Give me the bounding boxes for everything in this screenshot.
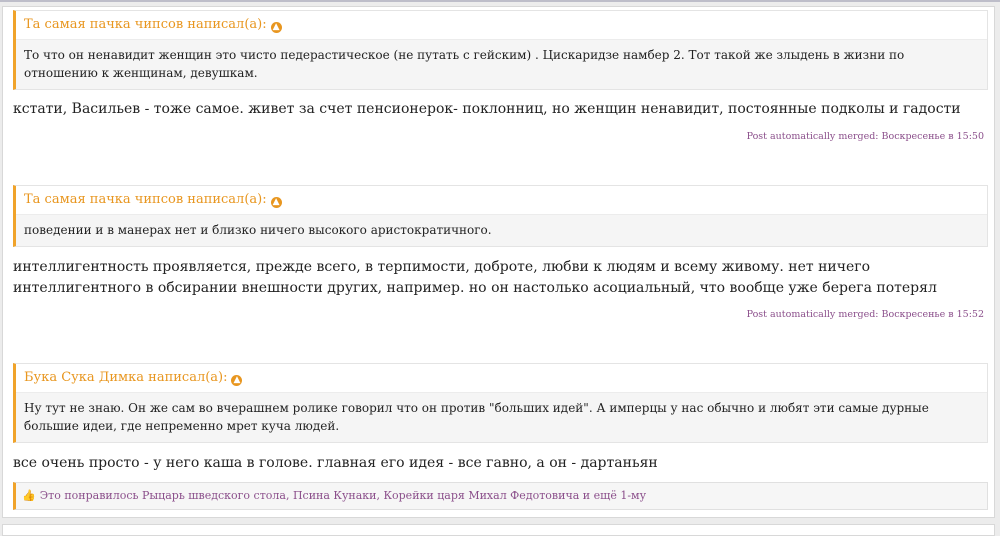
quote-text: Ну тут не знаю. Он же сам во вчерашнем р…	[16, 392, 987, 442]
likes-bar: 👍 Это понравилось Рыцарь шведского стола,…	[13, 482, 988, 510]
go-to-quote-icon[interactable]: ▲	[270, 22, 282, 33]
go-to-quote-icon[interactable]: ▲	[231, 375, 243, 386]
message-text: кстати, Васильев - тоже самое. живет за …	[13, 101, 961, 117]
quote-text: То что он ненавидит женщин это чисто пед…	[16, 39, 987, 89]
likes-text[interactable]: Это понравилось Рыцарь шведского стола, …	[40, 489, 646, 502]
quote-author-link[interactable]: Та самая пачка чипсов написал(а):	[24, 17, 267, 32]
quote-block: Та самая пачка чипсов написал(а): ▲ То чт…	[13, 10, 988, 90]
quote-block: Та самая пачка чипсов написал(а): ▲ повед…	[13, 185, 988, 247]
thumbs-up-icon: 👍	[22, 489, 36, 502]
message-text: все очень просто - у него каша в голове.…	[13, 455, 658, 471]
next-post-panel	[2, 524, 995, 536]
message-text: интеллигентность проявляется, прежде все…	[13, 259, 937, 296]
quote-author-link[interactable]: Бука Сука Димка написал(а):	[24, 370, 227, 385]
quote-block: Бука Сука Димка написал(а): ▲ Ну тут не з…	[13, 363, 988, 443]
quote-text: поведении и в манерах нет и близко ничег…	[16, 214, 987, 246]
top-strip	[0, 0, 1000, 2]
merged-note: Post automatically merged: Воскресенье в…	[746, 309, 984, 320]
quote-header[interactable]: Та самая пачка чипсов написал(а): ▲	[16, 11, 987, 39]
quote-header[interactable]: Та самая пачка чипсов написал(а): ▲	[16, 186, 987, 214]
quote-header[interactable]: Бука Сука Димка написал(а): ▲	[16, 364, 987, 392]
go-to-quote-icon[interactable]: ▲	[270, 197, 282, 208]
merged-note: Post automatically merged: Воскресенье в…	[746, 131, 984, 142]
quote-author-link[interactable]: Та самая пачка чипсов написал(а):	[24, 192, 267, 207]
